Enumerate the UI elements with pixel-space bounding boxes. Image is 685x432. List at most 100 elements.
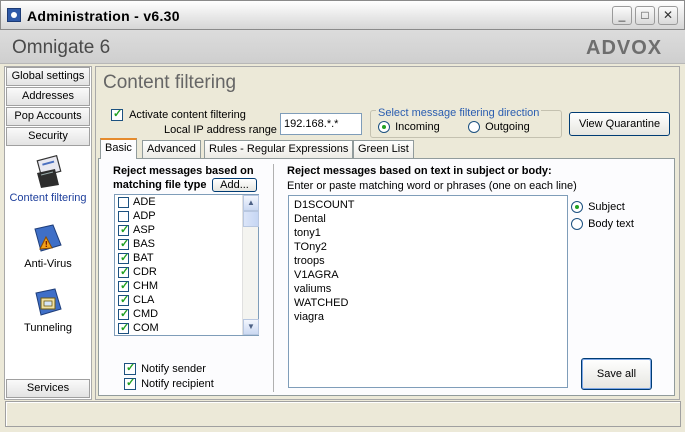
nav-addresses[interactable]: Addresses: [6, 87, 90, 106]
close-button[interactable]: ✕: [658, 6, 678, 25]
blocked-word-line: tony1: [294, 227, 321, 239]
window-title: Administration - v6.30: [27, 8, 180, 24]
filetype-label: CLA: [133, 294, 155, 306]
incoming-radio-dot[interactable]: [378, 121, 390, 134]
text-filter-heading: Reject messages based on text in subject…: [287, 165, 552, 177]
tab-rules-regex[interactable]: Rules - Regular Expressions: [204, 140, 354, 158]
local-ip-label: Local IP address range: [164, 124, 277, 136]
body-radio-dot[interactable]: [571, 218, 583, 231]
notify-recipient-label: Notify recipient: [141, 378, 214, 390]
view-quarantine-button[interactable]: View Quarantine: [569, 112, 670, 136]
filetype-heading-line2: matching file type: [113, 179, 207, 191]
filetype-row[interactable]: ASP: [115, 223, 258, 237]
nav-item-content-filtering[interactable]: Content filtering: [6, 154, 90, 204]
filetype-label: ADP: [133, 210, 156, 222]
subject-label: Subject: [588, 201, 625, 213]
notify-sender-check[interactable]: [124, 361, 136, 376]
subject-radio-dot[interactable]: [571, 201, 583, 214]
filetype-checkbox[interactable]: [118, 223, 129, 237]
product-name: Omnigate 6: [12, 37, 111, 58]
nav-services[interactable]: Services: [6, 379, 90, 398]
nav-global-settings[interactable]: Global settings: [6, 67, 90, 86]
scope-body-radio[interactable]: Body text: [571, 218, 634, 231]
tab-advanced[interactable]: Advanced: [142, 140, 201, 158]
local-ip-input[interactable]: [280, 113, 362, 135]
column-divider: [273, 164, 274, 392]
add-filetype-button[interactable]: Add...: [212, 178, 257, 192]
filetype-label: CMD: [133, 308, 159, 320]
filetype-checkbox[interactable]: [118, 307, 129, 321]
sidebar: Global settings Addresses Pop Accounts S…: [4, 66, 92, 400]
content-filter-icon: [31, 154, 65, 189]
activate-check-mark[interactable]: [111, 107, 123, 122]
outgoing-label: Outgoing: [485, 121, 530, 133]
scroll-thumb[interactable]: [243, 211, 259, 227]
filetype-list[interactable]: ADE ADP ASP BAS BAT CDR CHM CLA CMD COM ▲ ▼: [114, 194, 259, 336]
tab-basic[interactable]: Basic: [100, 138, 137, 159]
direction-legend: Select message filtering direction: [376, 107, 542, 119]
filetype-checkbox[interactable]: [118, 321, 129, 335]
blocked-word-line: TOny2: [294, 241, 327, 253]
filetype-label: ASP: [133, 224, 156, 236]
filetype-checkbox[interactable]: [118, 251, 129, 265]
body-label: Body text: [588, 218, 634, 230]
filetype-label: COM: [133, 322, 159, 334]
filetype-row[interactable]: CDR: [115, 265, 258, 279]
notify-recipient-checkbox[interactable]: Notify recipient: [124, 376, 214, 391]
nav-item-label-anti-virus: Anti-Virus: [24, 258, 72, 270]
blocked-words-textarea[interactable]: D1SCOUNT Dental tony1 TOny2 troops V1AGRA vali…: [288, 195, 568, 388]
nav-item-label-content-filtering: Content filtering: [9, 192, 87, 204]
filetype-row[interactable]: ADP: [115, 209, 258, 223]
scope-subject-radio[interactable]: Subject: [571, 201, 625, 214]
nav-item-tunneling[interactable]: Tunneling: [6, 285, 90, 334]
nav-item-label-tunneling: Tunneling: [24, 322, 72, 334]
direction-incoming-radio[interactable]: Incoming: [378, 121, 440, 134]
filetype-checkbox[interactable]: [118, 293, 129, 307]
blocked-word-line: D1SCOUNT: [294, 199, 355, 211]
filetype-row[interactable]: COM: [115, 321, 258, 335]
nav-item-anti-virus[interactable]: ! Anti-Virus: [6, 221, 90, 270]
filetype-row[interactable]: CMD: [115, 307, 258, 321]
blocked-word-line: Dental: [294, 213, 326, 225]
tunneling-icon: [31, 285, 65, 319]
scroll-down-icon[interactable]: ▼: [243, 319, 259, 335]
filetype-row[interactable]: BAT: [115, 251, 258, 265]
minimize-button[interactable]: _: [612, 6, 632, 25]
text-filter-subheading: Enter or paste matching word or phrases …: [287, 180, 577, 192]
notify-sender-label: Notify sender: [141, 363, 206, 375]
filetype-row[interactable]: CLA: [115, 293, 258, 307]
filetype-checkbox[interactable]: [118, 196, 129, 208]
filetype-checkbox[interactable]: [118, 237, 129, 251]
filetype-checkbox[interactable]: [118, 279, 129, 293]
filetype-heading-line1: Reject messages based on: [113, 165, 254, 177]
notify-recipient-check[interactable]: [124, 376, 136, 391]
filetype-row[interactable]: ADE: [115, 195, 258, 209]
blocked-word-line: valiums: [294, 283, 332, 295]
save-all-button[interactable]: Save all: [581, 358, 652, 390]
filetype-checkbox[interactable]: [118, 265, 129, 279]
blocked-word-line: viagra: [294, 311, 324, 323]
filetype-row[interactable]: CHM: [115, 279, 258, 293]
filetype-label: ADE: [133, 196, 156, 208]
app-icon: [7, 8, 21, 22]
activate-filtering-checkbox[interactable]: Activate content filtering: [111, 107, 246, 122]
filetype-label: CHM: [133, 280, 159, 292]
outgoing-radio-dot[interactable]: [468, 121, 480, 134]
filetype-row[interactable]: BAS: [115, 237, 258, 251]
activate-label: Activate content filtering: [129, 109, 246, 121]
filetype-checkbox[interactable]: [118, 210, 129, 222]
blocked-word-line: troops: [294, 255, 325, 267]
filetype-scrollbar[interactable]: ▲ ▼: [242, 195, 259, 335]
status-bar: [5, 401, 681, 427]
nav-pop-accounts[interactable]: Pop Accounts: [6, 107, 90, 126]
direction-outgoing-radio[interactable]: Outgoing: [468, 121, 530, 134]
tab-green-list[interactable]: Green List: [353, 140, 414, 158]
nav-security[interactable]: Security: [6, 127, 90, 146]
scroll-up-icon[interactable]: ▲: [243, 195, 259, 211]
maximize-button[interactable]: □: [635, 6, 655, 25]
notify-sender-checkbox[interactable]: Notify sender: [124, 361, 206, 376]
blocked-word-line: V1AGRA: [294, 269, 339, 281]
antivirus-icon: !: [31, 221, 65, 255]
svg-text:!: !: [45, 240, 49, 249]
filetype-label: BAS: [133, 238, 156, 250]
